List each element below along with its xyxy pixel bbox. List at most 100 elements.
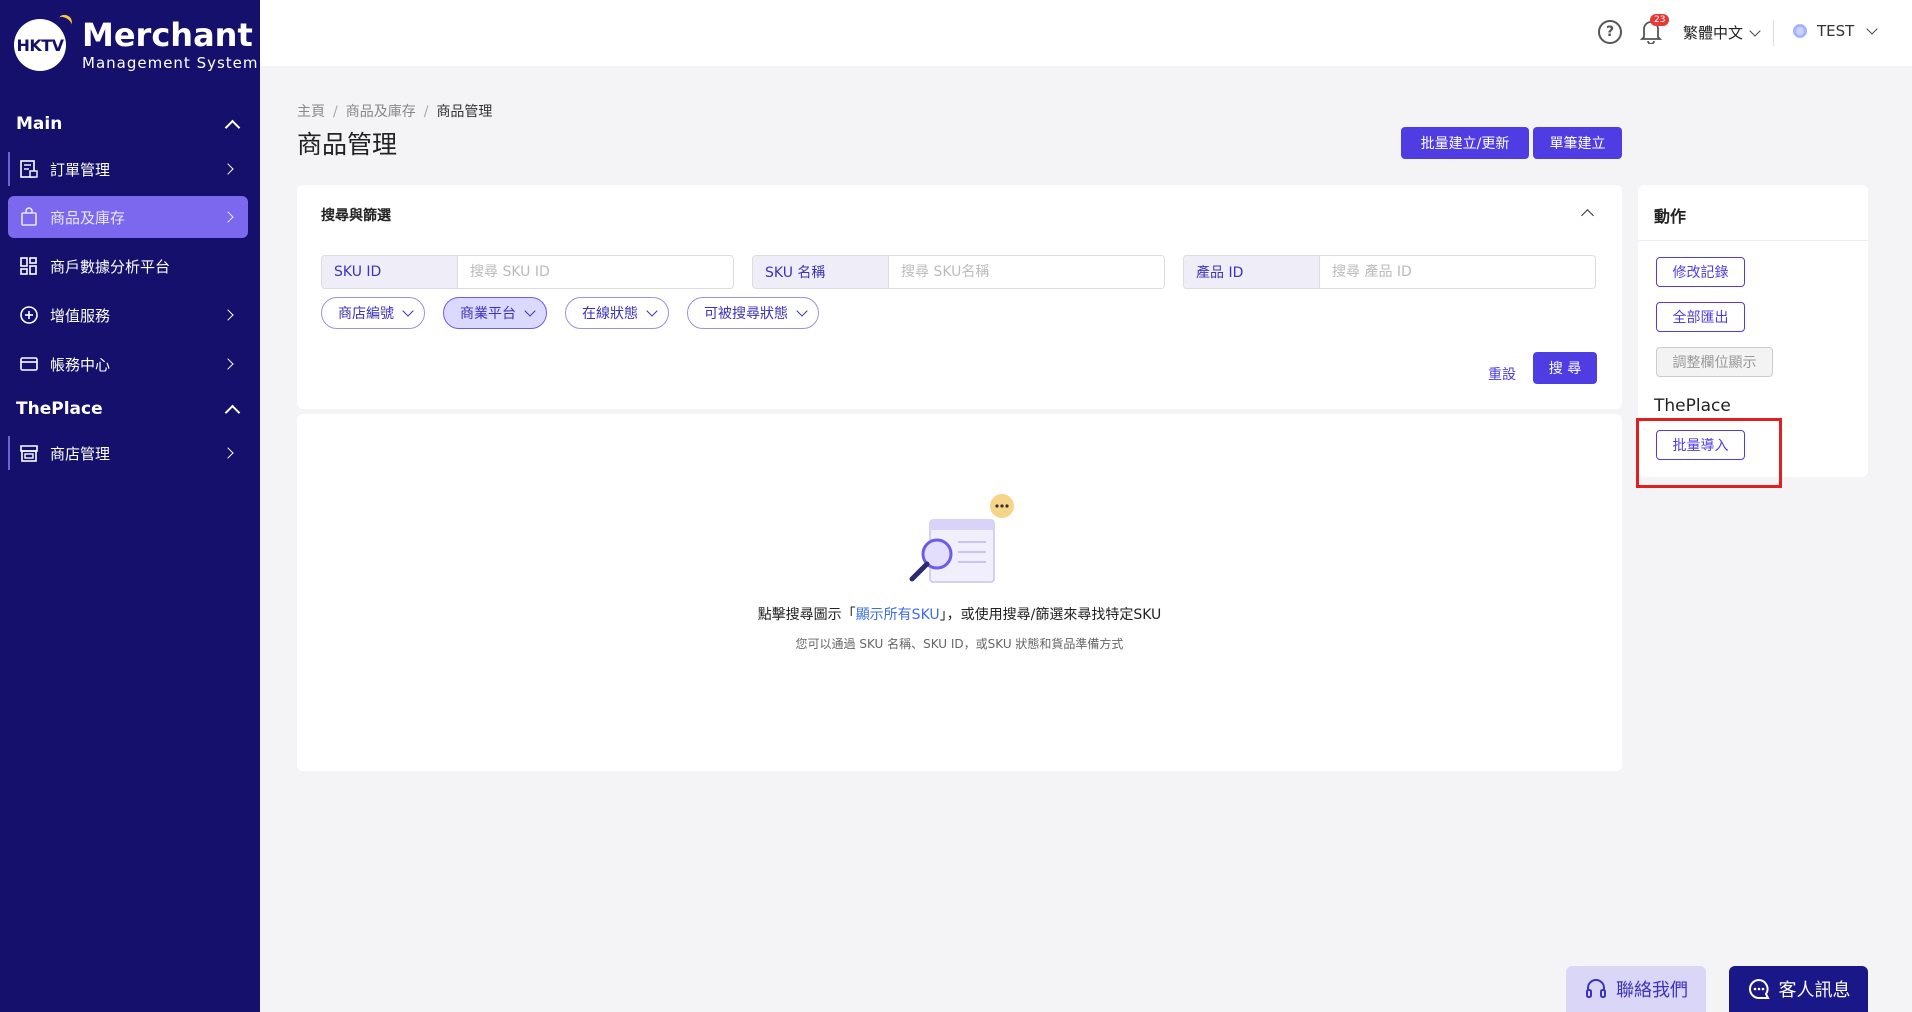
section-theplace-header[interactable]: ThePlace	[16, 399, 244, 420]
divider	[1638, 240, 1868, 241]
modification-history-button[interactable]: 修改記錄	[1656, 257, 1745, 287]
divider	[1773, 20, 1774, 46]
sidebar-item-label: 帳務中心	[50, 355, 111, 374]
filter-label: 商業平台	[460, 306, 516, 322]
search-button[interactable]: 搜 尋	[1533, 352, 1597, 384]
chat-bubble-icon	[1748, 978, 1770, 999]
brand-logo[interactable]: HKTV Merchant Management System	[14, 18, 259, 72]
highlight-annotation-box	[1636, 418, 1782, 488]
chevron-up-icon[interactable]	[1581, 209, 1594, 222]
sidebar-item-label: 商品及庫存	[50, 208, 126, 227]
filter-business-platform[interactable]: 商業平台	[443, 297, 547, 329]
breadcrumb-separator: /	[423, 104, 429, 120]
chevron-down-icon	[796, 305, 808, 317]
chevron-up-icon	[224, 119, 241, 135]
section-main-title: Main	[16, 114, 63, 134]
section-main-header[interactable]: Main	[16, 114, 244, 135]
empty-state-message: 點擊搜尋圖示「顯示所有SKU」，或使用搜尋/篩選來尋找特定SKU	[297, 604, 1622, 624]
customer-messages-button[interactable]: 客人訊息	[1729, 966, 1868, 1012]
plus-circle-icon	[18, 304, 40, 326]
results-card: 點擊搜尋圖示「顯示所有SKU」，或使用搜尋/篩選來尋找特定SKU 您可以通過 S…	[297, 414, 1622, 771]
sidebar-item-label: 增值服務	[50, 306, 111, 325]
chevron-up-icon	[224, 404, 241, 420]
help-icon[interactable]: ?	[1598, 20, 1622, 44]
sidebar-item-analytics[interactable]: 商戶數據分析平台	[8, 245, 248, 287]
credit-card-icon	[18, 353, 40, 375]
contact-us-label: 聯絡我們	[1616, 980, 1688, 1001]
product-id-input[interactable]	[1320, 256, 1595, 288]
search-illustration-icon	[909, 494, 1014, 583]
search-filter-title: 搜尋與篩選	[321, 208, 391, 224]
top-bar	[260, 0, 1912, 66]
chevron-right-icon	[222, 211, 234, 223]
breadcrumb: 主頁 / 商品及庫存 / 商品管理	[297, 101, 492, 121]
sidebar: HKTV Merchant Management System Main 訂單管…	[0, 0, 260, 1012]
actions-title: 動作	[1654, 207, 1687, 226]
sidebar-item-orders[interactable]: 訂單管理	[8, 148, 248, 190]
chevron-right-icon	[222, 163, 234, 175]
language-selector[interactable]: 繁體中文	[1683, 22, 1761, 43]
contact-us-button[interactable]: 聯絡我們	[1566, 966, 1706, 1012]
filter-online-status[interactable]: 在線狀態	[565, 297, 669, 329]
filter-searchable-status[interactable]: 可被搜尋狀態	[687, 297, 819, 329]
reset-link[interactable]: 重設	[1488, 364, 1516, 384]
filter-label: 商店編號	[338, 306, 394, 322]
empty-state-subtext: 您可以通過 SKU 名稱、SKU ID，或SKU 狀態和貨品準備方式	[795, 637, 1124, 651]
store-icon	[18, 442, 40, 464]
sku-id-label: SKU ID	[322, 256, 458, 288]
avatar	[1793, 24, 1807, 38]
sku-name-label: SKU 名稱	[753, 256, 889, 288]
shopping-bag-icon	[18, 206, 40, 228]
breadcrumb-separator: /	[333, 104, 338, 120]
adjust-columns-button[interactable]: 調整欄位顯示	[1656, 347, 1773, 377]
breadcrumb-home[interactable]: 主頁	[297, 104, 325, 120]
hktv-logo-icon: HKTV	[14, 19, 66, 71]
sku-id-input[interactable]	[458, 256, 733, 288]
bulk-create-update-button[interactable]: 批量建立/更新	[1401, 127, 1529, 159]
filter-label: 在線狀態	[582, 306, 638, 322]
export-all-button[interactable]: 全部匯出	[1656, 302, 1745, 332]
nav-indicator	[8, 152, 10, 186]
sku-name-field: SKU 名稱	[752, 255, 1165, 289]
chevron-right-icon	[222, 309, 234, 321]
empty-state-prefix: 點擊搜尋圖示「	[757, 607, 856, 623]
sidebar-item-billing[interactable]: 帳務中心	[8, 343, 248, 385]
section-theplace-title: ThePlace	[16, 399, 103, 419]
sku-name-input[interactable]	[889, 256, 1164, 288]
sidebar-item-value-added[interactable]: 增值服務	[8, 294, 248, 336]
sidebar-item-label: 商戶數據分析平台	[50, 257, 171, 276]
language-label: 繁體中文	[1683, 24, 1744, 42]
order-icon	[18, 158, 40, 180]
chevron-right-icon	[222, 447, 234, 459]
breadcrumb-current: 商品管理	[436, 104, 493, 120]
single-create-button[interactable]: 單筆建立	[1533, 127, 1622, 159]
nav-indicator	[8, 436, 10, 470]
brand-title: Merchant	[82, 16, 253, 54]
user-name: TEST	[1817, 22, 1855, 40]
chevron-down-icon	[402, 305, 414, 317]
sidebar-item-label: 訂單管理	[50, 160, 111, 179]
product-id-label: 產品 ID	[1184, 256, 1320, 288]
show-all-sku-link[interactable]: 顯示所有SKU	[856, 607, 940, 623]
filter-store-number[interactable]: 商店編號	[321, 297, 425, 329]
user-menu[interactable]: TEST	[1793, 22, 1878, 40]
sidebar-item-label: 商店管理	[50, 444, 111, 463]
filter-label: 可被搜尋狀態	[704, 306, 788, 322]
chevron-right-icon	[222, 358, 234, 370]
page-title: 商品管理	[297, 130, 398, 159]
empty-state-suffix: 」，或使用搜尋/篩選來尋找特定SKU	[939, 607, 1162, 623]
chevron-down-icon	[1866, 23, 1878, 35]
theplace-section-label: ThePlace	[1654, 396, 1731, 416]
notification-badge: 23	[1650, 14, 1670, 26]
dashboard-grid-icon	[18, 255, 40, 277]
headset-icon	[1586, 979, 1606, 998]
breadcrumb-products-inventory[interactable]: 商品及庫存	[346, 104, 416, 120]
sidebar-item-store-management[interactable]: 商店管理	[8, 432, 248, 474]
chevron-down-icon	[646, 305, 658, 317]
chevron-down-icon	[524, 305, 536, 317]
product-id-field: 產品 ID	[1183, 255, 1596, 289]
sidebar-item-products-inventory[interactable]: 商品及庫存	[8, 196, 248, 238]
chevron-down-icon	[1749, 24, 1761, 37]
search-filter-card: 搜尋與篩選 SKU ID SKU 名稱 產品 ID 商店編號 商業平台 在線狀態…	[297, 185, 1622, 409]
brand-subtitle: Management System	[82, 54, 259, 72]
